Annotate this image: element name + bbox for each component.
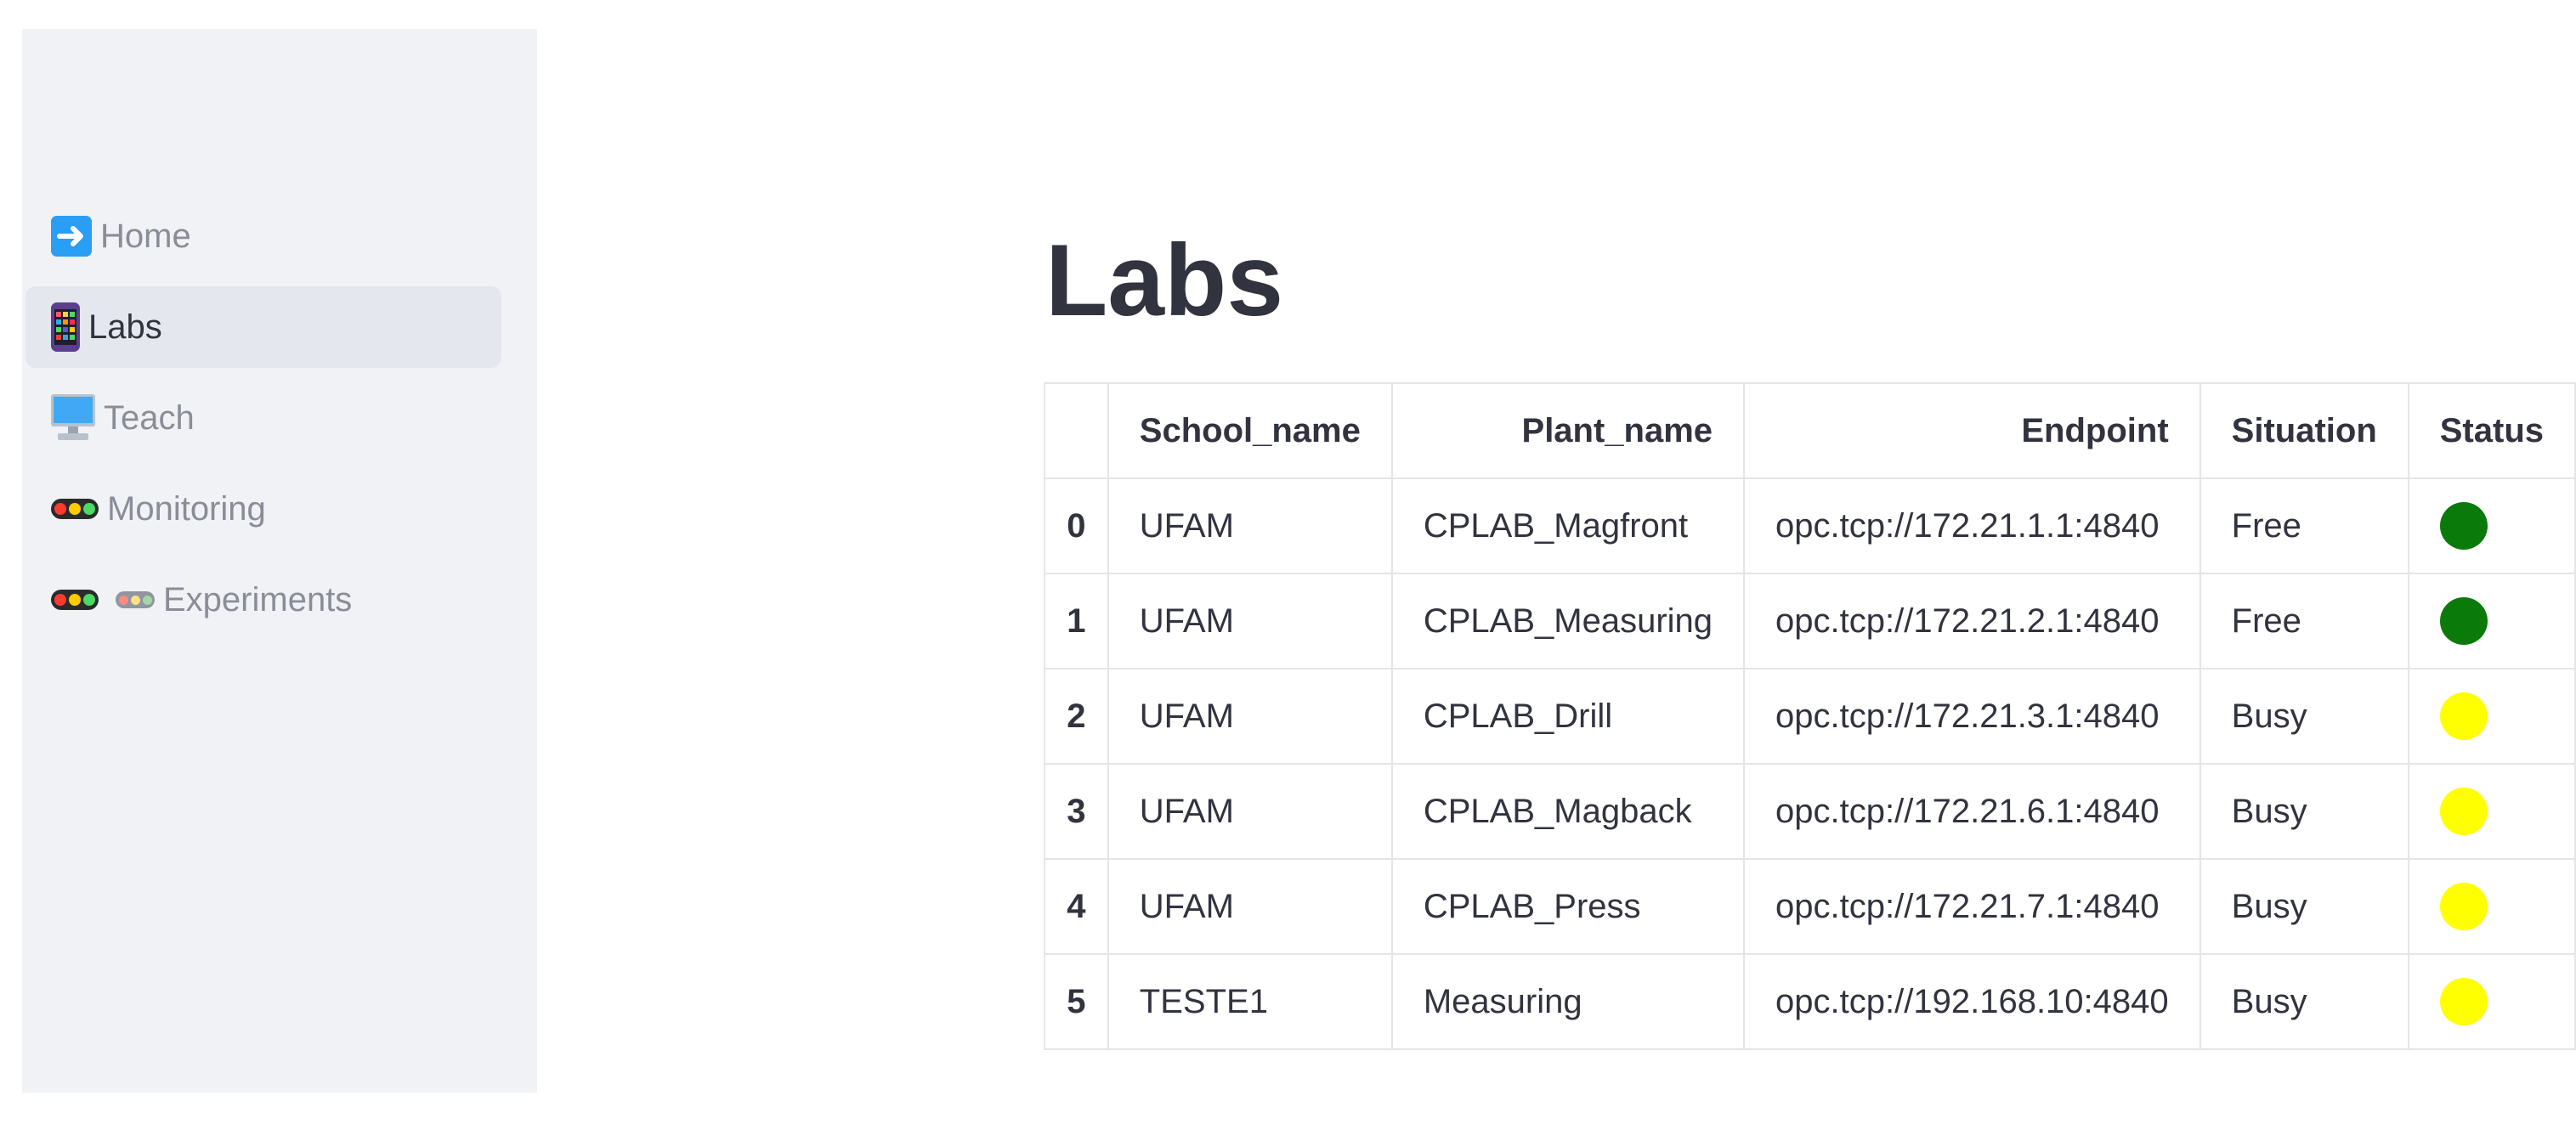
sidebar-item-label: Labs bbox=[88, 308, 162, 346]
situation-cell: Busy bbox=[2199, 763, 2409, 860]
sidebar-item-experiments[interactable]: Experiments bbox=[25, 559, 501, 641]
sidebar-item-label: Experiments bbox=[163, 580, 353, 618]
labs-table-container: School_name Plant_name Endpoint Situatio… bbox=[1044, 382, 2576, 1050]
status-cell bbox=[2407, 858, 2576, 955]
situation-cell: Busy bbox=[2199, 858, 2409, 955]
endpoint-cell: opc.tcp://192.168.10:4840 bbox=[1743, 953, 2201, 1050]
endpoint-cell: opc.tcp://172.21.7.1:4840 bbox=[1743, 858, 2201, 955]
traffic-light-icon bbox=[116, 591, 155, 608]
situation-cell: Busy bbox=[2199, 668, 2409, 765]
row-index: 1 bbox=[1044, 573, 1109, 669]
sidebar-item-monitoring[interactable]: Monitoring bbox=[25, 468, 501, 550]
plant-name-cell: CPLAB_Magfront bbox=[1390, 477, 1746, 574]
row-index: 0 bbox=[1044, 477, 1109, 574]
plant-name-cell: Measuring bbox=[1390, 953, 1746, 1050]
arrow-right-icon bbox=[51, 216, 92, 257]
status-indicator-icon bbox=[2439, 978, 2488, 1025]
traffic-light-icon bbox=[51, 499, 99, 519]
endpoint-cell: opc.tcp://172.21.6.1:4840 bbox=[1743, 763, 2201, 860]
plant-name-cell: CPLAB_Measuring bbox=[1390, 573, 1746, 669]
sidebar-item-label: Monitoring bbox=[107, 489, 266, 528]
situation-cell: Free bbox=[2199, 477, 2409, 574]
status-indicator-icon bbox=[2439, 883, 2488, 930]
table-row: 5 TESTE1 Measuring opc.tcp://192.168.10:… bbox=[1044, 953, 2576, 1050]
sidebar-item-home[interactable]: Home bbox=[25, 195, 501, 277]
status-cell bbox=[2407, 763, 2576, 860]
status-indicator-icon bbox=[2439, 502, 2488, 550]
table-row: 4 UFAM CPLAB_Press opc.tcp://172.21.7.1:… bbox=[1044, 858, 2576, 955]
plant-name-cell: CPLAB_Drill bbox=[1390, 668, 1746, 765]
traffic-light-icon bbox=[51, 590, 99, 610]
labs-table: School_name Plant_name Endpoint Situatio… bbox=[1044, 382, 2576, 1050]
sidebar-item-label: Home bbox=[100, 217, 191, 255]
status-indicator-icon bbox=[2439, 788, 2488, 835]
endpoint-cell: opc.tcp://172.21.2.1:4840 bbox=[1743, 573, 2201, 669]
school-name-cell: UFAM bbox=[1107, 668, 1393, 765]
school-name-cell: UFAM bbox=[1107, 477, 1393, 574]
page-title: Labs bbox=[1045, 223, 1284, 337]
column-header-index[interactable] bbox=[1044, 382, 1109, 479]
desktop-monitor-icon bbox=[51, 394, 95, 442]
mobile-phone-icon bbox=[51, 302, 80, 352]
sidebar-item-labs[interactable]: Labs bbox=[25, 286, 501, 368]
table-row: 0 UFAM CPLAB_Magfront opc.tcp://172.21.1… bbox=[1044, 477, 2576, 574]
column-header-situation[interactable]: Situation bbox=[2199, 382, 2409, 479]
sidebar: Home Labs Teach Monitoring Experiments bbox=[22, 29, 537, 1093]
status-cell bbox=[2407, 668, 2576, 765]
school-name-cell: UFAM bbox=[1107, 573, 1393, 669]
column-header-endpoint[interactable]: Endpoint bbox=[1743, 382, 2201, 479]
school-name-cell: UFAM bbox=[1107, 763, 1393, 860]
endpoint-cell: opc.tcp://172.21.3.1:4840 bbox=[1743, 668, 2201, 765]
status-cell bbox=[2407, 953, 2576, 1050]
status-indicator-icon bbox=[2439, 597, 2488, 645]
school-name-cell: TESTE1 bbox=[1107, 953, 1393, 1050]
status-cell bbox=[2407, 477, 2576, 574]
status-indicator-icon bbox=[2439, 692, 2488, 740]
table-row: 3 UFAM CPLAB_Magback opc.tcp://172.21.6.… bbox=[1044, 763, 2576, 860]
situation-cell: Busy bbox=[2199, 953, 2409, 1050]
row-index: 2 bbox=[1044, 668, 1109, 765]
sidebar-item-teach[interactable]: Teach bbox=[25, 377, 501, 459]
school-name-cell: UFAM bbox=[1107, 858, 1393, 955]
status-cell bbox=[2407, 573, 2576, 669]
row-index: 4 bbox=[1044, 858, 1109, 955]
table-header-row: School_name Plant_name Endpoint Situatio… bbox=[1044, 382, 2576, 479]
column-header-school-name[interactable]: School_name bbox=[1107, 382, 1393, 479]
plant-name-cell: CPLAB_Magback bbox=[1390, 763, 1746, 860]
column-header-status[interactable]: Status bbox=[2407, 382, 2576, 479]
row-index: 5 bbox=[1044, 953, 1109, 1050]
column-header-plant-name[interactable]: Plant_name bbox=[1390, 382, 1746, 479]
situation-cell: Free bbox=[2199, 573, 2409, 669]
sidebar-nav: Home Labs Teach Monitoring Experiments bbox=[22, 195, 537, 650]
sidebar-item-label: Teach bbox=[104, 398, 195, 437]
plant-name-cell: CPLAB_Press bbox=[1390, 858, 1746, 955]
row-index: 3 bbox=[1044, 763, 1109, 860]
table-row: 1 UFAM CPLAB_Measuring opc.tcp://172.21.… bbox=[1044, 573, 2576, 669]
endpoint-cell: opc.tcp://172.21.1.1:4840 bbox=[1743, 477, 2201, 574]
table-row: 2 UFAM CPLAB_Drill opc.tcp://172.21.3.1:… bbox=[1044, 668, 2576, 765]
